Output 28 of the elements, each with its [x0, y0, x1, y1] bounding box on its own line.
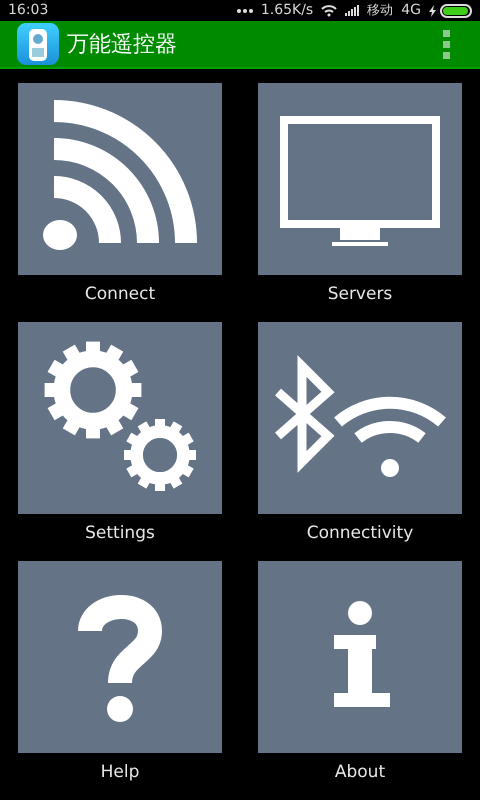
tile-label: Connectivity — [306, 522, 414, 545]
tile-label: Servers — [328, 283, 392, 306]
wifi-icon — [43, 100, 197, 250]
network-type: 4G — [401, 1, 421, 20]
tile-label: Help — [100, 761, 140, 784]
gears-icon — [44, 342, 196, 491]
menu-tile[interactable]: About — [258, 561, 462, 800]
remote-control-app-icon — [17, 23, 59, 65]
menu-tile[interactable]: Connectivity — [258, 322, 462, 561]
menu-tile[interactable]: Settings — [18, 322, 222, 561]
menu-tile[interactable]: Servers — [258, 83, 462, 322]
carrier-name: 移动 — [367, 2, 394, 20]
tile-label: Settings — [85, 522, 155, 545]
monitor-icon — [280, 116, 440, 246]
cell-signal-icon — [345, 5, 360, 16]
notification-dots-icon — [236, 8, 253, 12]
info-icon — [334, 601, 390, 707]
tile-label: Connect — [84, 283, 156, 306]
charging-bolt-icon — [429, 4, 436, 16]
question-mark-icon — [78, 595, 162, 722]
tile-label: About — [334, 761, 386, 784]
app-title: 万能遥控器 — [67, 30, 177, 58]
menu-tile[interactable]: Help — [18, 561, 222, 800]
clock: 16:03 — [8, 1, 48, 20]
wifi-signal-icon — [321, 4, 338, 16]
network-speed: 1.65K/s — [260, 1, 314, 20]
bluetooth-wifi-icon — [275, 355, 446, 477]
menu-tile[interactable]: Connect — [18, 83, 222, 322]
